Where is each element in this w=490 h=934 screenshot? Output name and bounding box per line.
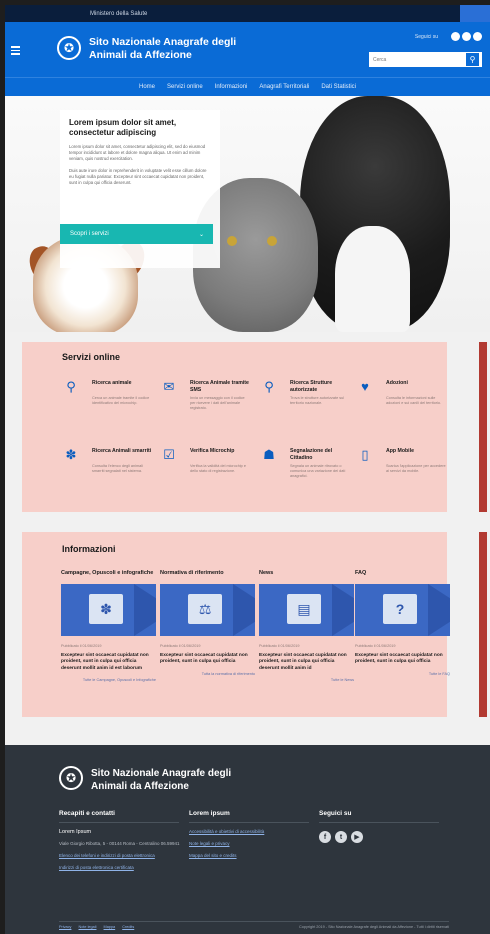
cat-eye [267, 236, 277, 246]
services-wrap: Servizi online ⚲ Ricerca animale Cerca u… [5, 332, 490, 528]
search-input[interactable] [369, 53, 465, 66]
chevron-down-icon: ⌄ [198, 231, 204, 238]
footer-link[interactable]: Mappa del sito e credits [189, 853, 319, 859]
footer-col-social: Seguici su f t ▶ [319, 810, 449, 871]
footer-link[interactable]: Indirizzi di posta elettronica certifica… [59, 865, 189, 871]
paw-icon: ✽ [65, 447, 77, 462]
emblem-icon: ✪ [57, 36, 81, 60]
site-footer: ✪ Sito Nazionale Anagrafe degli Animali … [5, 745, 490, 934]
footer-col-contacts: Recapiti e contatti Lorem Ipsum Viale Gi… [59, 810, 189, 871]
info-more-link[interactable]: Tutte le News [259, 678, 354, 682]
copyright: Copyright 2019 - Sito Nazionale Anagrafe… [299, 925, 449, 929]
footer-link[interactable]: Note legali e privacy [189, 841, 319, 847]
site-header: ✪ Sito Nazionale Anagrafe degli Animali … [5, 22, 490, 77]
services-title: Servizi online [62, 352, 121, 362]
nav-item-informazioni[interactable]: Informazioni [215, 84, 248, 90]
page: Ministero della Salute ✪ Sito Nazionale … [5, 5, 490, 934]
phone-icon: ▯ [361, 447, 369, 462]
info-card-law[interactable]: Normativa di riferimento ⚖ Pubblicato il… [160, 570, 255, 676]
footer-site-title[interactable]: Sito Nazionale Anagrafe degli Animali da… [91, 767, 291, 793]
info-more-link[interactable]: Tutte le Campagne, Opuscoli e Infografic… [61, 678, 156, 682]
facebook-icon[interactable]: f [319, 831, 331, 843]
footer-col-links: Lorem ipsum Accessibilità e obiettivi di… [189, 810, 319, 871]
info-more-link[interactable]: Tutta la normativa di riferimento [160, 672, 255, 676]
emblem-icon: ✪ [59, 766, 83, 790]
discover-services-button[interactable]: Scopri i servizi ⌄ [60, 224, 213, 244]
footer-social: f t ▶ [319, 831, 449, 843]
user-icon: ☗ [263, 447, 275, 462]
hero-dog-chest [335, 226, 410, 332]
facebook-icon[interactable] [451, 32, 460, 41]
youtube-icon[interactable]: ▶ [351, 831, 363, 843]
hero-paragraph: Duis aute irure dolor in reprehenderit i… [69, 168, 207, 185]
footer-columns: Recapiti e contatti Lorem Ipsum Viale Gi… [59, 810, 449, 871]
info-thumbnail: ✽ [61, 584, 156, 636]
map-icon: ✽ [89, 594, 123, 624]
menu-icon[interactable] [11, 46, 20, 57]
info-thumbnail: ? [355, 584, 450, 636]
newspaper-icon: ▤ [287, 594, 321, 624]
footer-link[interactable]: Elenco dei telefoni e indirizzi di posta… [59, 853, 189, 859]
footer-bottom-links: Privacy Note legali Mappa Credits [59, 925, 140, 929]
cat-eye [227, 236, 237, 246]
footer-bottom-link[interactable]: Credits [122, 925, 134, 929]
info-thumbnail: ⚖ [160, 584, 255, 636]
info-card-campaigns[interactable]: Campagne, Opuscoli e infografiche ✽ Pubb… [61, 570, 156, 682]
top-bar-text[interactable]: Ministero della Salute [90, 11, 147, 17]
top-bar: Ministero della Salute [5, 5, 490, 22]
search-icon: ⚲ [469, 55, 476, 64]
side-accent-bar [479, 532, 487, 717]
document-seal-icon: ⚖ [188, 594, 222, 624]
youtube-icon[interactable] [473, 32, 482, 41]
side-accent-bar [479, 342, 487, 512]
info-card-news[interactable]: News ▤ Pubblicato il 01/06/2019 Excepteu… [259, 570, 354, 682]
footer-bottom: Privacy Note legali Mappa Credits Copyri… [59, 921, 449, 929]
info-title: Informazioni [62, 544, 116, 554]
nav-item-home[interactable]: Home [139, 84, 155, 90]
info-more-link[interactable]: Tutte le FAQ [355, 672, 450, 676]
mail-icon: ✉ [163, 379, 175, 394]
follow-label: Seguici su [414, 34, 438, 40]
footer-bottom-link[interactable]: Privacy [59, 925, 71, 929]
twitter-icon[interactable] [462, 32, 471, 41]
footer-bottom-link[interactable]: Note legali [79, 925, 97, 929]
footer-bottom-link[interactable]: Mappa [104, 925, 116, 929]
info-wrap: Informazioni Campagne, Opuscoli e infogr… [5, 528, 490, 748]
hero: Lorem ipsum dolor sit amet, consectetur … [5, 96, 490, 332]
search-icon: ⚲ [66, 379, 76, 394]
footer-link[interactable]: Accessibilità e obiettivi di accessibili… [189, 829, 319, 835]
nav-item-statistici[interactable]: Dati Statistici [321, 84, 356, 90]
info-card-faq[interactable]: FAQ ? Pubblicato il 01/06/2019 Excepteur… [355, 570, 450, 676]
heart-icon: ♥ [361, 379, 369, 394]
main-nav: Home Servizi online Informazioni Anagraf… [5, 77, 490, 96]
search-button[interactable]: ⚲ [465, 52, 480, 67]
chat-question-icon: ? [383, 594, 417, 624]
info-thumbnail: ▤ [259, 584, 354, 636]
location-icon: ⚲ [264, 379, 274, 394]
twitter-icon[interactable]: t [335, 831, 347, 843]
hero-card: Lorem ipsum dolor sit amet, consectetur … [60, 110, 220, 268]
search-box: ⚲ [369, 52, 482, 67]
hero-paragraph: Lorem ipsum dolor sit amet, consectetur … [69, 144, 206, 161]
hero-title: Lorem ipsum dolor sit amet, consectetur … [69, 118, 177, 137]
header-social [451, 32, 482, 41]
nav-item-servizi[interactable]: Servizi online [167, 84, 203, 90]
site-title[interactable]: Sito Nazionale Anagrafe degli Animali da… [89, 36, 289, 62]
nav-item-anagrafi[interactable]: Anagrafi Territoriali [259, 84, 309, 90]
top-bar-corner [460, 5, 490, 22]
check-icon: ☑ [163, 447, 175, 462]
services-section: Servizi online ⚲ Ricerca animale Cerca u… [22, 342, 447, 512]
info-section: Informazioni Campagne, Opuscoli e infogr… [22, 532, 450, 717]
